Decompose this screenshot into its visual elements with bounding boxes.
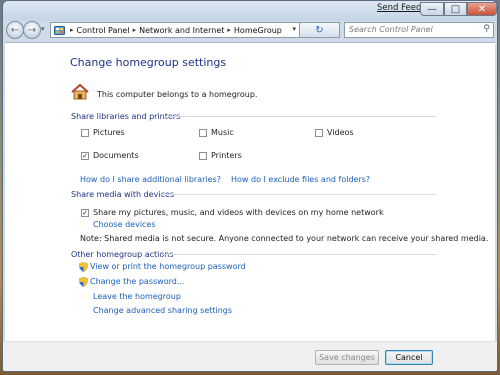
minimize-button[interactable]: — [420,2,444,16]
footer-bar: Save changes Cancel [3,341,497,371]
back-button[interactable]: ← [6,21,24,39]
view-print-password-link[interactable]: View or print the homegroup password [90,262,246,271]
printers-checkbox[interactable] [199,152,207,160]
recent-pages-dropdown[interactable]: ▾ [41,25,49,35]
address-bar[interactable]: ▸ Control Panel ▸ Network and Internet ▸… [50,22,300,38]
videos-checkbox[interactable] [315,129,323,137]
homegroup-icon [71,84,89,100]
choose-devices-link[interactable]: Choose devices [93,220,156,229]
search-icon[interactable]: ⚲ [483,24,490,34]
control-panel-window: Send Feedback — □ ✕ ← → ▾ ▸ Control Pane… [2,0,498,372]
share-libraries-heading: Share libraries and printers [71,112,181,121]
documents-checkbox[interactable]: ✓ [81,152,89,160]
control-panel-icon [53,24,65,36]
documents-label: Documents [93,151,139,160]
homegroup-status-text: This computer belongs to a homegroup. [97,90,258,99]
section-divider [162,254,437,255]
exclude-files-link[interactable]: How do I exclude files and folders? [231,175,370,184]
title-bar: Send Feedback — □ ✕ [3,1,497,21]
forward-button[interactable]: → [23,21,41,39]
close-icon: ✕ [477,3,487,15]
page-title: Change homegroup settings [70,56,227,69]
other-actions-heading: Other homegroup actions [71,250,174,259]
leave-homegroup-link[interactable]: Leave the homegroup [93,292,181,301]
search-input[interactable]: Search Control Panel ⚲ [344,22,494,38]
maximize-icon: □ [450,3,461,15]
breadcrumb-homegroup[interactable]: HomeGroup [234,26,282,35]
forward-arrow-icon: → [27,24,37,36]
cancel-button[interactable]: Cancel [385,350,433,365]
uac-shield-icon [79,277,88,287]
breadcrumb-control-panel[interactable]: Control Panel [77,26,130,35]
share-media-checkbox[interactable]: ✓ [81,209,89,217]
music-checkbox[interactable] [199,129,207,137]
section-divider [165,116,437,117]
maximize-button[interactable]: □ [444,2,467,16]
checkmark-icon: ✓ [82,152,88,160]
breadcrumb-network-and-internet[interactable]: Network and Internet [139,26,224,35]
close-button[interactable]: ✕ [467,2,497,16]
share-media-heading: Share media with devices [71,190,175,199]
advanced-sharing-link[interactable]: Change advanced sharing settings [93,306,232,315]
shared-media-note: Note: Shared media is not secure. Anyone… [80,234,489,243]
chevron-right-icon[interactable]: ▸ [133,26,137,34]
refresh-icon: ↻ [315,24,324,36]
refresh-button[interactable]: ↻ [300,22,340,38]
change-password-link[interactable]: Change the password... [90,277,184,286]
share-additional-libraries-link[interactable]: How do I share additional libraries? [80,175,221,184]
navigation-bar: ← → ▾ ▸ Control Panel ▸ Network and Inte… [3,21,497,41]
share-media-label: Share my pictures, music, and videos wit… [93,208,384,217]
printers-label: Printers [211,151,242,160]
checkmark-icon: ✓ [82,209,88,217]
pictures-checkbox[interactable] [81,129,89,137]
main-content: Change homegroup settings This computer … [5,42,495,341]
save-changes-button[interactable]: Save changes [315,350,379,365]
minimize-icon: — [427,3,437,15]
uac-shield-icon [79,262,88,272]
section-divider [160,194,437,195]
back-arrow-icon: ← [10,24,20,36]
chevron-right-icon[interactable]: ▸ [227,26,231,34]
address-dropdown-icon[interactable]: ▾ [292,25,296,33]
search-placeholder: Search Control Panel [349,25,433,34]
music-label: Music [211,128,234,137]
videos-label: Videos [327,128,354,137]
pictures-label: Pictures [93,128,125,137]
chevron-right-icon[interactable]: ▸ [70,26,74,34]
